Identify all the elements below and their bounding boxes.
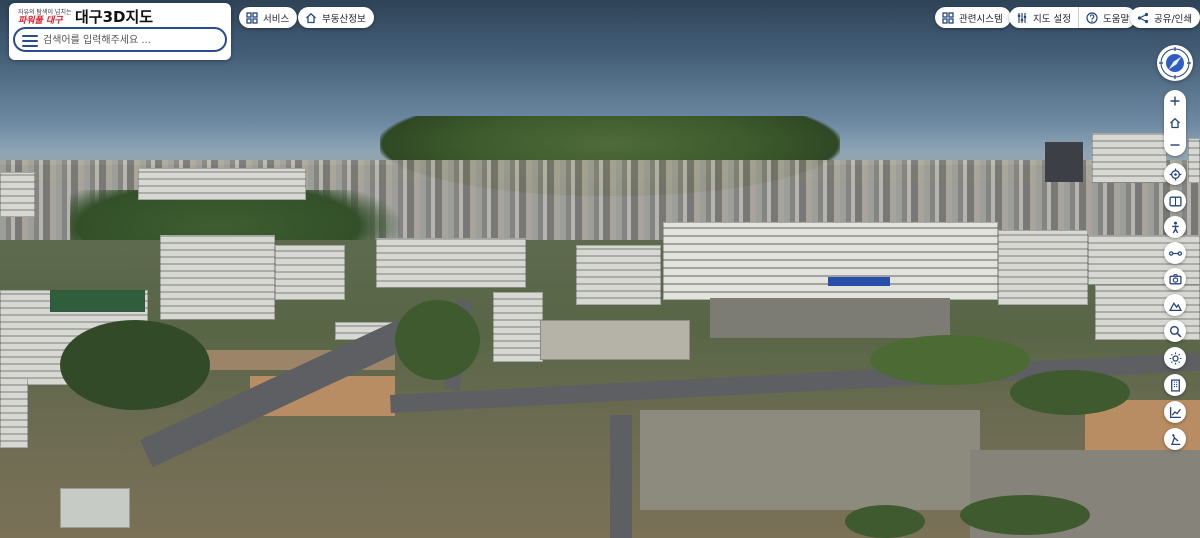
trees (870, 335, 1030, 385)
building-roof (50, 290, 145, 312)
building (1188, 138, 1200, 183)
analysis-button[interactable] (1164, 428, 1186, 450)
magnifier-icon (1169, 325, 1181, 337)
trees (960, 495, 1090, 535)
related-systems-button[interactable]: 관련시스템 (935, 7, 1011, 28)
app-title: 대구3D지도 (75, 8, 154, 26)
sliders-icon (1017, 12, 1027, 23)
zoom-in-button[interactable] (1164, 90, 1186, 112)
services-label: 서비스 (263, 13, 290, 25)
building (60, 488, 130, 528)
building (1045, 142, 1083, 182)
logo-tagline: 자유의 탐색이 넘치는 (18, 9, 72, 16)
building (0, 172, 35, 217)
share-print-label: 공유/인쇄 (1154, 13, 1193, 25)
building (275, 245, 345, 300)
parking-lot (640, 410, 980, 510)
chart-icon (1169, 406, 1181, 418)
screen-icon (1168, 196, 1182, 206)
menu-icon[interactable] (22, 35, 38, 47)
pedestrian-button[interactable] (1164, 216, 1186, 238)
real-estate-label: 부동산정보 (322, 13, 366, 25)
home-button[interactable] (1164, 112, 1186, 134)
camera-icon (1168, 273, 1182, 284)
map-3d-view[interactable] (0, 0, 1200, 538)
related-systems-label: 관련시스템 (959, 13, 1003, 25)
road (610, 415, 632, 538)
trees (395, 300, 480, 380)
help-button[interactable]: 도움말 (1077, 7, 1136, 28)
zoom-controls (1164, 90, 1186, 156)
banner (828, 277, 890, 286)
logo-brand: 파워풀 대구 (18, 16, 63, 26)
settings-help-group: 지도 설정 도움말 (1009, 7, 1137, 28)
analysis-icon (1170, 433, 1180, 445)
search-zoom-button[interactable] (1164, 320, 1186, 342)
compass-icon (1159, 47, 1191, 79)
question-icon (1086, 11, 1098, 24)
building (1092, 133, 1167, 183)
sun-icon (1169, 352, 1181, 364)
building (160, 235, 275, 320)
trees (60, 320, 210, 410)
measure-button[interactable] (1164, 242, 1186, 264)
person-icon (1171, 221, 1179, 233)
sun-button[interactable] (1164, 347, 1186, 369)
building (576, 245, 661, 305)
city-logo: 자유의 탐색이 넘치는 파워풀 대구 (18, 9, 72, 27)
trees (1010, 370, 1130, 415)
building (540, 320, 690, 360)
map-settings-button[interactable]: 지도 설정 (1009, 7, 1078, 28)
real-estate-button[interactable]: 부동산정보 (298, 7, 374, 28)
crosshair-icon (1169, 168, 1181, 180)
services-button[interactable]: 서비스 (239, 7, 298, 28)
compass-button[interactable] (1157, 45, 1193, 81)
share-icon (1137, 12, 1149, 23)
view-toggle-button[interactable] (1164, 190, 1186, 212)
camera-button[interactable] (1164, 268, 1186, 290)
house-icon (306, 12, 316, 23)
measure-icon (1168, 250, 1182, 256)
building (998, 230, 1088, 305)
map-settings-label: 지도 설정 (1033, 13, 1071, 25)
zoom-out-button[interactable] (1164, 134, 1186, 156)
building (0, 378, 28, 448)
search-panel: 자유의 탐색이 넘치는 파워풀 대구 대구3D지도 (9, 3, 231, 60)
terrain-button[interactable] (1164, 294, 1186, 316)
plus-icon (1170, 96, 1180, 106)
search-input[interactable] (43, 31, 223, 49)
locate-button[interactable] (1164, 163, 1186, 185)
help-label: 도움말 (1102, 13, 1130, 25)
building-icon (1170, 378, 1180, 392)
chart-button[interactable] (1164, 401, 1186, 423)
share-print-button[interactable]: 공유/인쇄 (1130, 7, 1200, 28)
grid-icon (246, 11, 258, 24)
parking-lot (710, 298, 950, 338)
minus-icon (1170, 144, 1180, 146)
building (493, 292, 543, 362)
home-icon (1170, 117, 1180, 129)
search-box (13, 27, 227, 52)
mountain-icon (1168, 301, 1182, 311)
building-button[interactable] (1164, 374, 1186, 396)
building (663, 222, 998, 300)
building (376, 238, 526, 288)
grid-icon (942, 11, 954, 24)
trees (845, 505, 925, 538)
building (138, 168, 306, 200)
